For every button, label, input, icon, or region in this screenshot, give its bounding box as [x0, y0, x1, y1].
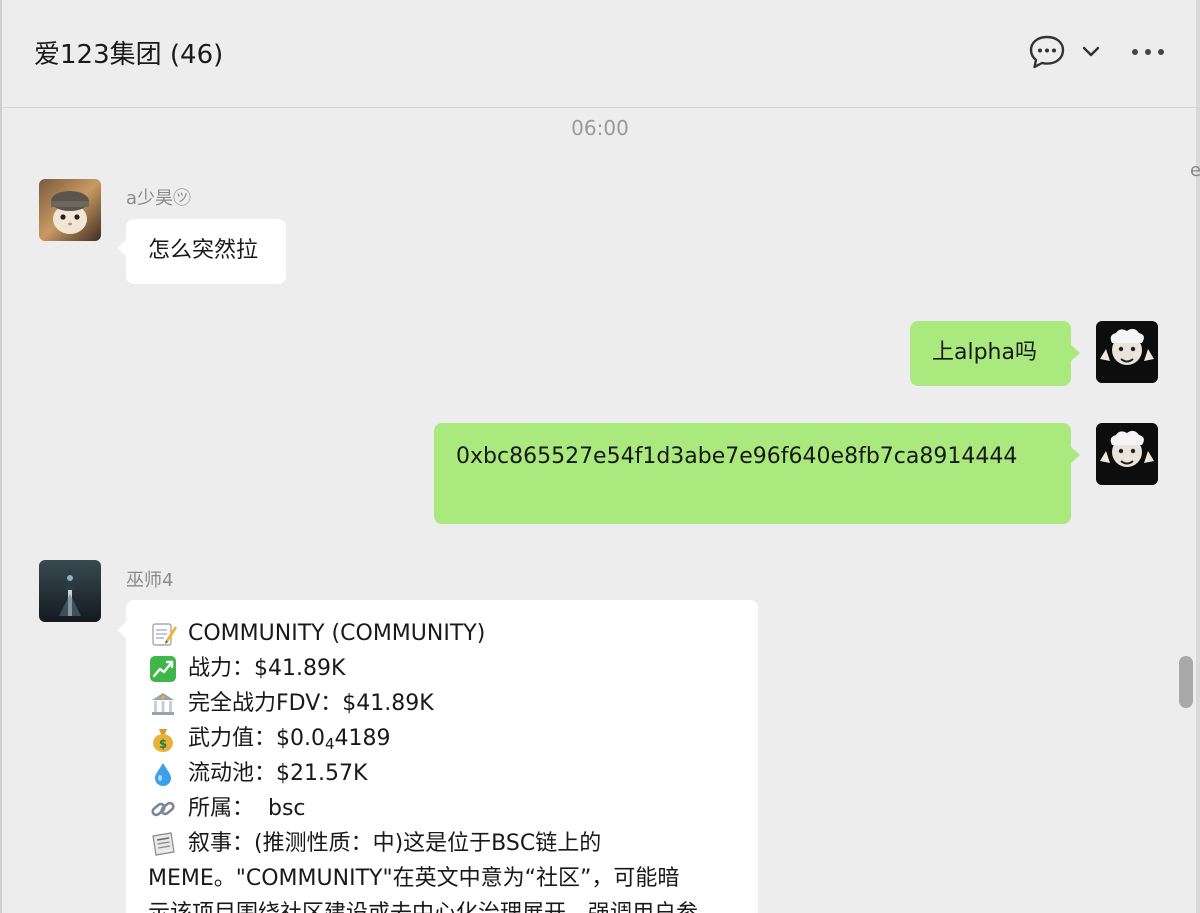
bubble-tail — [1071, 447, 1080, 463]
sender-name: 巫师4 — [126, 570, 174, 591]
message-text: 上alpha吗 — [932, 340, 1037, 365]
bot-line-narrative: 叙事：(推测性质：中)这是位于BSC链上的 — [148, 826, 736, 861]
link-icon — [148, 794, 178, 824]
chat-window: 爱123集团 (46) e 06:00 a少昊㋡ 怎么突然拉 上alpha吗 0… — [0, 0, 1200, 913]
message-bubble-outgoing[interactable]: 0xbc865527e54f1d3abe7e96f640e8fb7ca89144… — [434, 423, 1071, 524]
bubble-tail — [1071, 345, 1080, 361]
chat-title: 爱123集团 (46) — [34, 40, 224, 70]
bot-line-text: 示该项目围绕社区建设或去中心化治理展开，强调用户参 — [148, 896, 698, 913]
bank-icon — [148, 689, 178, 719]
sender-name: a少昊㋡ — [126, 188, 192, 209]
chat-header: 爱123集团 (46) — [2, 0, 1198, 108]
message-bubble-incoming[interactable]: COMMUNITY (COMMUNITY) 战力：$41.89K 完全战力FDV… — [126, 600, 758, 913]
bot-line-liquidity: 流动池：$21.57K — [148, 756, 736, 791]
message-bubble-outgoing[interactable]: 上alpha吗 — [910, 321, 1071, 386]
more-dots-icon[interactable] — [1130, 40, 1166, 64]
message-timestamp: 06:00 — [571, 116, 629, 140]
avatar-einstein[interactable] — [1096, 423, 1158, 485]
bot-line-marketcap: 战力：$41.89K — [148, 651, 736, 686]
price-zero-count: 4 — [325, 735, 335, 753]
avatar-wizard[interactable] — [39, 560, 101, 622]
bot-line-price: $ 武力值：$0.0 4 4189 — [148, 721, 736, 756]
avatar-cat[interactable] — [39, 179, 101, 241]
bot-line-chain: 所属： bsc — [148, 791, 736, 826]
chat-bubble-icon[interactable] — [1028, 34, 1066, 70]
bot-line-name: COMMUNITY (COMMUNITY) — [148, 616, 736, 651]
bot-line-text: 完全战力FDV：$41.89K — [188, 691, 434, 716]
bot-line-text: 所属： bsc — [188, 796, 306, 821]
message-bubble-incoming[interactable]: 怎么突然拉 — [126, 219, 286, 284]
bot-line-text: COMMUNITY (COMMUNITY) — [188, 621, 486, 646]
bot-line-fdv: 完全战力FDV：$41.89K — [148, 686, 736, 721]
bot-line-text: 流动池：$21.57K — [188, 761, 368, 786]
bot-line-text: 战力：$41.89K — [188, 656, 346, 681]
bubble-tail — [117, 622, 126, 638]
droplet-icon — [148, 759, 178, 789]
bot-line-text: 4189 — [334, 726, 391, 751]
background-window-fragment: e — [1190, 160, 1200, 181]
message-text: 怎么突然拉 — [148, 238, 259, 263]
chevron-down-icon[interactable] — [1078, 40, 1104, 64]
bot-line-narrative-cont: MEME。"COMMUNITY"在英文中意为“社区”，可能暗 — [148, 861, 736, 896]
bot-line-text: 叙事：(推测性质：中)这是位于BSC链上的 — [188, 831, 602, 856]
memo-icon — [148, 619, 178, 649]
bubble-tail — [117, 240, 126, 256]
avatar-einstein[interactable] — [1096, 321, 1158, 383]
bot-line-text: MEME。"COMMUNITY"在英文中意为“社区”，可能暗 — [148, 866, 680, 891]
bot-line-narrative-cont: 示该项目围绕社区建设或去中心化治理展开，强调用户参 — [148, 896, 736, 913]
chart-up-icon — [148, 654, 178, 684]
svg-text:$: $ — [159, 737, 167, 751]
message-text-address[interactable]: 0xbc865527e54f1d3abe7e96f640e8fb7ca89144… — [456, 444, 1017, 469]
money-bag-icon: $ — [148, 724, 178, 754]
newspaper-icon — [148, 829, 178, 859]
bot-line-text: 武力值：$0.0 — [188, 726, 325, 751]
scrollbar-thumb[interactable] — [1179, 656, 1193, 708]
